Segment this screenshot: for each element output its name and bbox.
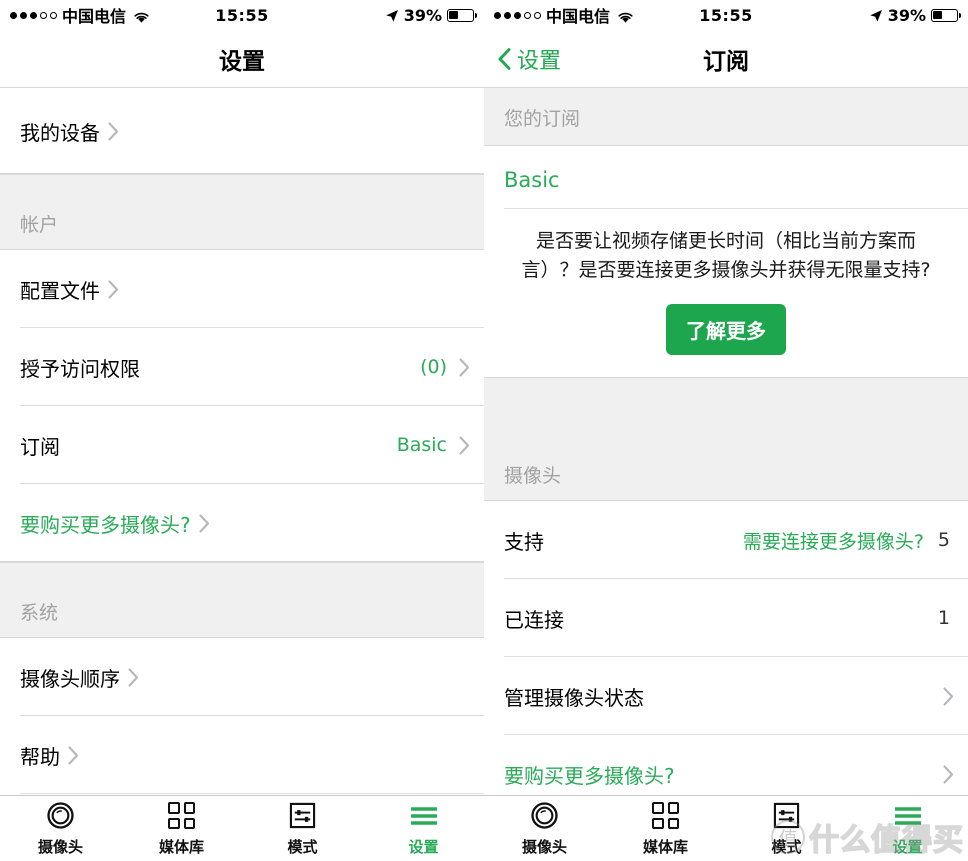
- row-label: 帮助: [20, 744, 60, 769]
- chevron-right-icon: [943, 764, 954, 784]
- tab-settings[interactable]: 设置: [363, 796, 484, 861]
- chevron-right-icon: [68, 745, 79, 765]
- row-help[interactable]: 帮助: [0, 716, 484, 794]
- row-my-device[interactable]: 我的设备: [0, 88, 484, 174]
- tab-label: 摄像头: [521, 837, 567, 856]
- mode-sliders-icon: [773, 801, 800, 831]
- camera-lens-icon: [530, 801, 559, 831]
- tab-media-library[interactable]: 媒体库: [605, 796, 726, 861]
- plan-description: 是否要让视频存储更长时间（相比当前方案而言）？是否要连接更多摄像头并获得无限量支…: [521, 230, 931, 281]
- tab-bar-left: 摄像头 媒体库 模式 设置: [0, 795, 484, 861]
- mode-sliders-icon: [289, 801, 316, 831]
- status-bar-right: 中国电信 15:55 39%: [484, 0, 968, 30]
- chevron-right-icon: [943, 686, 954, 706]
- row-supported-cameras[interactable]: 支持 需要连接更多摄像头? 5: [484, 501, 968, 579]
- learn-more-button[interactable]: 了解更多: [666, 304, 786, 355]
- battery-icon: [447, 8, 477, 22]
- settings-lines-icon: [893, 801, 923, 831]
- tab-cameras[interactable]: 摄像头: [484, 796, 605, 861]
- chevron-right-icon: [459, 357, 470, 377]
- learn-more-wrap: 了解更多: [484, 284, 968, 377]
- tab-settings[interactable]: 设置: [847, 796, 968, 861]
- page-title-settings: 设置: [219, 48, 265, 75]
- tab-label: 媒体库: [158, 837, 204, 856]
- tab-cameras[interactable]: 摄像头: [0, 796, 121, 861]
- section-header-label: 系统: [20, 602, 59, 624]
- chevron-right-icon: [199, 513, 210, 533]
- row-profile[interactable]: 配置文件: [0, 250, 484, 328]
- row-buy-more-cameras[interactable]: 要购买更多摄像头?: [0, 484, 484, 562]
- tab-label: 模式: [771, 837, 802, 856]
- row-value-connected-count: 1: [937, 607, 950, 629]
- row-label: 授予访问权限: [20, 356, 140, 381]
- nav-bar-right: 设置 订阅: [484, 30, 968, 88]
- row-camera-order[interactable]: 摄像头顺序: [0, 638, 484, 716]
- settings-list: 我的设备 帐户 配置文件 授予访问权限 (0) 订阅 Basic 要购买更多摄像…: [0, 88, 484, 795]
- status-time: 15:55: [215, 5, 269, 25]
- section-header-label: 摄像头: [504, 465, 562, 487]
- back-button-label: 设置: [517, 48, 562, 74]
- right-phone-screen: 中国电信 15:55 39% 设置 订阅 您的订阅 Basic 是否要让视频存储…: [484, 0, 968, 861]
- tab-modes[interactable]: 模式: [242, 796, 363, 861]
- subscription-content: 您的订阅 Basic 是否要让视频存储更长时间（相比当前方案而言）？是否要连接更…: [484, 88, 968, 795]
- row-manage-camera-status[interactable]: 管理摄像头状态: [484, 657, 968, 735]
- row-label: 支持: [504, 529, 544, 554]
- row-label: 我的设备: [20, 120, 100, 145]
- row-subscription[interactable]: 订阅 Basic: [0, 406, 484, 484]
- tab-label: 摄像头: [37, 837, 83, 856]
- chevron-left-icon: [498, 47, 511, 70]
- back-button[interactable]: 设置: [484, 43, 561, 75]
- tab-bar-right: 摄像头 媒体库 模式 设置: [484, 795, 968, 861]
- tab-label: 模式: [287, 837, 318, 856]
- tab-label: 媒体库: [642, 837, 688, 856]
- battery-icon: [931, 8, 961, 22]
- tab-media-library[interactable]: 媒体库: [121, 796, 242, 861]
- row-value-plan: Basic: [396, 434, 447, 456]
- plan-name: Basic: [504, 168, 560, 192]
- section-header-system: 系统: [0, 562, 484, 638]
- row-label: 摄像头顺序: [20, 666, 120, 691]
- row-grant-access[interactable]: 授予访问权限 (0): [0, 328, 484, 406]
- section-header-your-subscription: 您的订阅: [484, 88, 968, 146]
- row-label: 订阅: [20, 434, 60, 459]
- left-phone-screen: 中国电信 15:55 39% 设置 我的设备 帐户 配置文件 授予访问权限 (0…: [0, 0, 484, 861]
- row-label: 管理摄像头状态: [504, 685, 644, 710]
- row-label: 要购买更多摄像头?: [20, 512, 191, 537]
- chevron-right-icon: [108, 279, 119, 299]
- tab-label: 设置: [892, 837, 923, 856]
- chevron-right-icon: [128, 667, 139, 687]
- media-grid-icon: [168, 801, 195, 831]
- nav-bar-left: 设置: [0, 30, 484, 88]
- status-bar-left: 中国电信 15:55 39%: [0, 0, 484, 30]
- status-time: 15:55: [699, 5, 753, 25]
- section-header-cameras: 摄像头: [484, 377, 968, 501]
- section-header-account: 帐户: [0, 174, 484, 250]
- row-label: 已连接: [504, 607, 564, 632]
- row-value-need-more-cameras[interactable]: 需要连接更多摄像头?: [743, 527, 928, 554]
- settings-lines-icon: [409, 801, 439, 831]
- media-grid-icon: [652, 801, 679, 831]
- section-header-label: 帐户: [20, 214, 59, 236]
- row-connected-cameras[interactable]: 已连接 1: [484, 579, 968, 657]
- tab-label: 设置: [408, 837, 439, 856]
- row-label: 配置文件: [20, 278, 100, 303]
- chevron-right-icon: [459, 435, 470, 455]
- row-buy-more-cameras[interactable]: 要购买更多摄像头?: [484, 735, 968, 795]
- chevron-right-icon: [108, 121, 119, 141]
- dual-screenshot-container: 中国电信 15:55 39% 设置 我的设备 帐户 配置文件 授予访问权限 (0…: [0, 0, 968, 861]
- section-header-label: 您的订阅: [504, 108, 581, 130]
- row-value-access-count: (0): [420, 356, 447, 378]
- row-label: 要购买更多摄像头?: [504, 763, 675, 788]
- tab-modes[interactable]: 模式: [726, 796, 847, 861]
- row-value-supported-count: 5: [937, 529, 950, 551]
- camera-lens-icon: [46, 801, 75, 831]
